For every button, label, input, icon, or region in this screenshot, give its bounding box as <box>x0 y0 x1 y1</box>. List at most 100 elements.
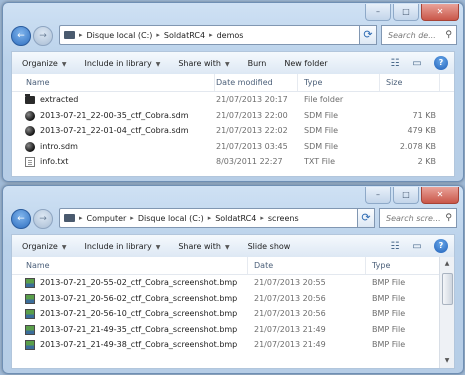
column-header-type[interactable]: Type <box>298 74 380 91</box>
file-list: Name Date modified Type Size extracted 21… <box>11 74 455 177</box>
file-row[interactable]: extracted 21/07/2013 20:17 File folder <box>12 92 454 108</box>
file-name: 2013-07-21_20-55-02_ctf_Cobra_screenshot… <box>40 278 238 287</box>
folder-file-icon <box>25 94 35 104</box>
breadcrumb-demos[interactable]: demos <box>214 31 247 40</box>
help-icon[interactable]: ? <box>434 239 448 253</box>
back-button[interactable]: ← <box>11 26 31 46</box>
change-view-icon[interactable]: ☷ <box>384 241 406 252</box>
file-name: 2013-07-21_20-56-10_ctf_Cobra_screenshot… <box>40 309 238 318</box>
search-placeholder: Search scre... <box>386 213 441 223</box>
minimize-button[interactable]: – <box>365 187 391 204</box>
file-type: SDM File <box>304 141 339 151</box>
preview-pane-icon[interactable]: ▭ <box>406 58 428 69</box>
include-in-library-label: Include in library <box>84 58 152 68</box>
file-date: 21/07/2013 21:49 <box>254 324 326 334</box>
burn-button[interactable]: Burn <box>238 59 275 68</box>
include-in-library-button[interactable]: Include in library ▼ <box>74 59 168 68</box>
file-row[interactable]: 2013-07-21_21-49-38_ctf_Cobra_screenshot… <box>12 337 454 353</box>
chevron-down-icon: ▼ <box>155 243 161 251</box>
bmp-file-icon <box>25 324 35 335</box>
back-button[interactable]: ← <box>11 209 31 229</box>
column-header-date-modified[interactable]: Date modified <box>210 74 298 91</box>
file-row[interactable]: 2013-07-21_22-01-04_ctf_Cobra.sdm 21/07/2… <box>12 123 454 139</box>
file-date: 21/07/2013 21:49 <box>254 340 326 349</box>
file-type: File folder <box>304 95 344 104</box>
chevron-down-icon: ▼ <box>61 60 67 68</box>
file-row[interactable]: 2013-07-21_20-56-10_ctf_Cobra_screenshot… <box>12 306 454 322</box>
address-bar[interactable]: ▸ Disque local (C:) ▸ SoldatRC4 ▸ demos … <box>59 25 375 45</box>
refresh-button[interactable]: ⟳ <box>359 25 377 45</box>
organize-button[interactable]: Organize ▼ <box>12 242 74 251</box>
forward-button[interactable]: → <box>33 26 53 46</box>
preview-pane-icon[interactable]: ▭ <box>406 241 428 252</box>
address-bar[interactable]: ▸ Computer ▸ Disque local (C:) ▸ SoldatR… <box>59 208 373 228</box>
share-with-label: Share with <box>178 58 221 68</box>
file-rows: 2013-07-21_20-55-02_ctf_Cobra_screenshot… <box>12 275 454 353</box>
breadcrumb-computer[interactable]: Computer <box>84 214 130 223</box>
file-row[interactable]: 2013-07-21_21-49-35_ctf_Cobra_screenshot… <box>12 322 454 338</box>
caption-buttons: – □ ✕ <box>363 4 459 21</box>
txt-file-icon <box>25 157 35 167</box>
include-in-library-label: Include in library <box>84 241 152 251</box>
file-type: SDM File <box>304 110 339 120</box>
chevron-down-icon: ▼ <box>224 243 230 251</box>
file-date-modified: 21/07/2013 03:45 <box>216 141 288 151</box>
chevron-down-icon: ▼ <box>224 60 230 68</box>
refresh-button[interactable]: ⟳ <box>357 208 375 228</box>
share-with-label: Share with <box>178 241 221 251</box>
breadcrumb-soldatrc4[interactable]: SoldatRC4 <box>161 31 208 40</box>
organize-button[interactable]: Organize ▼ <box>12 59 74 68</box>
minimize-button[interactable]: – <box>365 4 391 21</box>
scroll-up-icon[interactable]: ▲ <box>440 257 454 271</box>
file-row[interactable]: info.txt 8/03/2011 22:27 TXT File 2 KB <box>12 154 454 170</box>
chevron-down-icon: ▼ <box>155 60 161 68</box>
file-date-modified: 8/03/2011 22:27 <box>216 157 283 166</box>
explorer-window-screens[interactable]: – □ ✕ ← → ▸ Computer ▸ Disque local (C:)… <box>2 185 464 374</box>
breadcrumb-disque-local[interactable]: Disque local (C:) <box>84 31 156 40</box>
include-in-library-button[interactable]: Include in library ▼ <box>74 242 168 251</box>
caption-buttons: – □ ✕ <box>363 187 459 204</box>
breadcrumb-screens[interactable]: screens <box>265 214 302 223</box>
search-input[interactable]: Search de... ⚲ <box>381 25 457 45</box>
scroll-thumb[interactable] <box>442 273 453 305</box>
toolbar-right: ☷ ▭ ? <box>384 56 454 70</box>
scroll-down-icon[interactable]: ▼ <box>440 354 454 368</box>
explorer-window-demos[interactable]: – □ ✕ ← → ▸ Disque local (C:) ▸ SoldatRC… <box>2 2 464 182</box>
slide-show-button[interactable]: Slide show <box>238 242 299 251</box>
new-folder-button[interactable]: New folder <box>274 59 335 68</box>
file-name: 2013-07-21_20-56-02_ctf_Cobra_screenshot… <box>40 293 238 303</box>
column-header-date[interactable]: Date <box>248 257 366 274</box>
help-icon[interactable]: ? <box>434 56 448 70</box>
column-header-size[interactable]: Size <box>380 74 440 91</box>
file-row[interactable]: 2013-07-21_20-56-02_ctf_Cobra_screenshot… <box>12 291 454 307</box>
close-button[interactable]: ✕ <box>421 4 459 21</box>
organize-label: Organize <box>22 58 58 68</box>
column-header-name[interactable]: Name <box>20 257 248 274</box>
close-button[interactable]: ✕ <box>421 187 459 204</box>
file-date-modified: 21/07/2013 22:00 <box>216 110 288 120</box>
column-headers: Name Date modified Type Size <box>12 74 454 92</box>
share-with-button[interactable]: Share with ▼ <box>168 59 237 68</box>
search-icon[interactable]: ⚲ <box>445 30 452 40</box>
column-header-type[interactable]: Type <box>366 257 442 274</box>
sdm-file-icon <box>25 141 35 152</box>
maximize-button[interactable]: □ <box>393 4 419 21</box>
breadcrumb-disque-local[interactable]: Disque local (C:) <box>135 214 207 223</box>
maximize-button[interactable]: □ <box>393 187 419 204</box>
file-row[interactable]: 2013-07-21_20-55-02_ctf_Cobra_screenshot… <box>12 275 454 291</box>
column-header-name[interactable]: Name <box>20 74 215 91</box>
file-row[interactable]: intro.sdm 21/07/2013 03:45 SDM File 2.078 K… <box>12 139 454 155</box>
forward-button[interactable]: → <box>33 209 53 229</box>
column-headers: Name Date Type <box>12 257 454 275</box>
file-date: 21/07/2013 20:55 <box>254 278 326 287</box>
file-name: 2013-07-21_21-49-35_ctf_Cobra_screenshot… <box>40 324 238 334</box>
breadcrumb-soldatrc4[interactable]: SoldatRC4 <box>212 214 259 223</box>
file-type: BMP File <box>372 309 406 318</box>
share-with-button[interactable]: Share with ▼ <box>168 242 237 251</box>
change-view-icon[interactable]: ☷ <box>384 58 406 69</box>
file-row[interactable]: 2013-07-21_22-00-35_ctf_Cobra.sdm 21/07/2… <box>12 108 454 124</box>
file-date-modified: 21/07/2013 20:17 <box>216 95 288 104</box>
search-input[interactable]: Search scre... ⚲ <box>379 208 457 228</box>
vertical-scrollbar[interactable]: ▲ ▼ <box>439 257 454 368</box>
search-icon[interactable]: ⚲ <box>445 213 452 223</box>
